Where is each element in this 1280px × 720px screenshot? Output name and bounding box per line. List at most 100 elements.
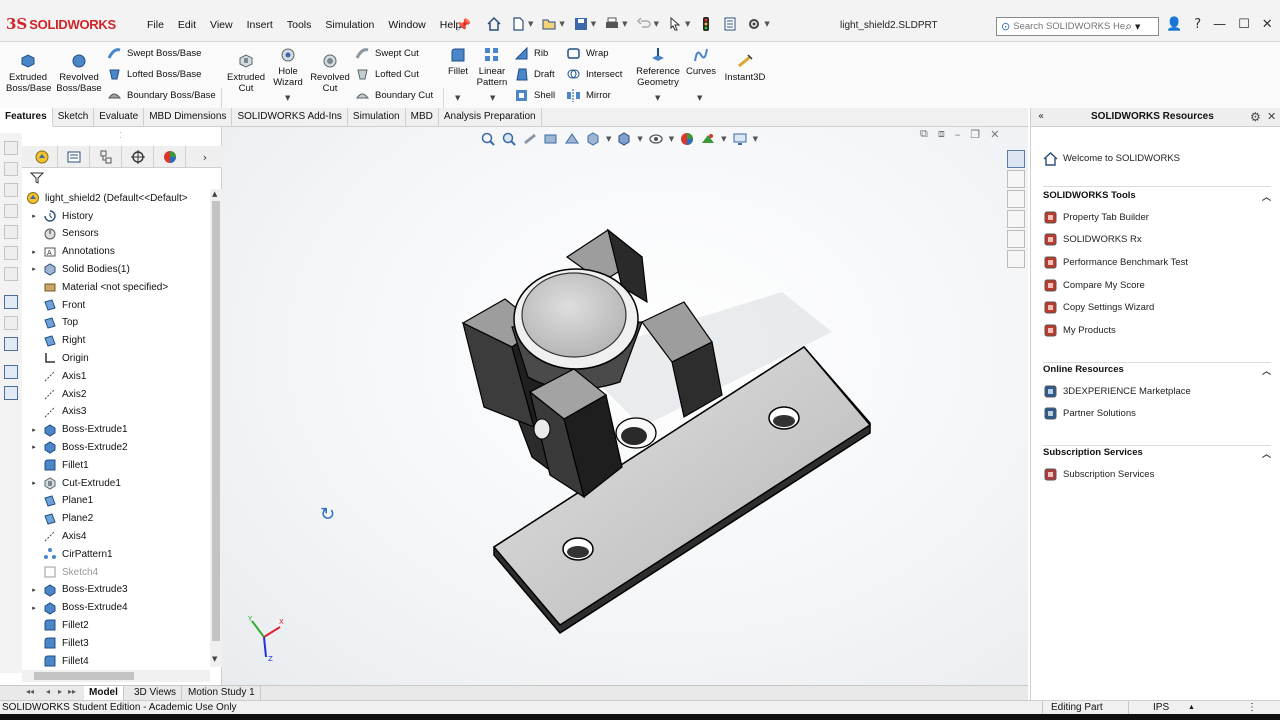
tree-item-material-not-specified[interactable]: Material <not specified> <box>22 278 210 296</box>
extruded-cut-button[interactable]: Extruded Cut <box>225 52 267 94</box>
search-icon[interactable]: ⌕ <box>1125 19 1132 34</box>
chevron-up-icon[interactable]: ︿ <box>1262 364 1271 377</box>
expand-arrow-icon[interactable]: ▸ <box>28 426 40 434</box>
tree-item-annotations[interactable]: ▸ A Annotations <box>22 243 210 261</box>
expand-arrow-icon[interactable]: ▸ <box>28 443 40 451</box>
toolbar-shortcut-icon[interactable] <box>4 183 18 197</box>
chevron-down-icon[interactable]: ▼ <box>285 94 290 102</box>
options-gear-icon[interactable] <box>746 16 762 32</box>
chevron-down-icon[interactable]: ▼ <box>655 94 660 102</box>
file-explorer-icon[interactable] <box>1007 190 1025 208</box>
custom-properties-icon[interactable] <box>1007 250 1025 268</box>
tab-model[interactable]: Model <box>84 686 124 700</box>
tree-item-plane1[interactable]: Plane1 <box>22 492 210 510</box>
scroll-down-icon[interactable]: ▼ <box>212 655 217 663</box>
tree-item-axis2[interactable]: Axis2 <box>22 385 210 403</box>
resource-link-3dexperience-marketplace[interactable]: 3DEXPERIENCE Marketplace <box>1043 382 1191 400</box>
expand-arrow-icon[interactable]: ▸ <box>28 604 40 612</box>
feature-tree-horizontal-scrollbar[interactable] <box>22 670 210 682</box>
resource-link-solidworks-rx[interactable]: SOLIDWORKS Rx <box>1043 231 1142 249</box>
tree-item-boss-extrude1[interactable]: ▸ Boss-Extrude1 <box>22 421 210 439</box>
close-icon[interactable]: ✕ <box>1262 17 1273 32</box>
draft-button[interactable]: Draft <box>514 67 555 82</box>
mirror-button[interactable]: Mirror <box>566 88 611 103</box>
boundary-cut-button[interactable]: Boundary Cut <box>355 88 433 103</box>
chevron-down-icon[interactable]: ▼ <box>591 20 596 28</box>
tab-feature-tree[interactable] <box>26 146 58 168</box>
chevron-down-icon[interactable]: ▼ <box>654 20 659 28</box>
resource-link-property-tab-builder[interactable]: Property Tab Builder <box>1043 208 1149 226</box>
solidworks-logo[interactable]: 3S SOLIDWORKS <box>6 12 124 36</box>
resource-link-my-products[interactable]: My Products <box>1043 322 1116 340</box>
chevron-up-icon[interactable]: ︿ <box>1262 447 1271 460</box>
tree-item-boss-extrude2[interactable]: ▸ Boss-Extrude2 <box>22 438 210 456</box>
chevron-up-icon[interactable]: ︿ <box>1262 190 1271 203</box>
gear-icon[interactable]: ⚙ <box>1250 110 1261 124</box>
welcome-link[interactable]: Welcome to SOLIDWORKS <box>1043 149 1180 167</box>
tree-item-fillet2[interactable]: Fillet2 <box>22 616 210 634</box>
menu-window[interactable]: Window <box>381 19 432 31</box>
close-icon[interactable]: ✕ <box>1267 110 1276 123</box>
menu-simulation[interactable]: Simulation <box>318 19 381 31</box>
unit-system-button[interactable]: IPS <box>1153 702 1169 713</box>
menu-tools[interactable]: Tools <box>280 19 319 31</box>
tree-item-boss-extrude3[interactable]: ▸ Boss-Extrude3 <box>22 581 210 599</box>
curves-button[interactable]: Curves <box>685 46 717 77</box>
chevron-down-icon[interactable]: ▼ <box>1135 23 1140 31</box>
menu-view[interactable]: View <box>203 19 240 31</box>
filter-icon[interactable] <box>30 171 44 185</box>
tree-item-top[interactable]: Top <box>22 314 210 332</box>
design-library-icon[interactable] <box>1007 170 1025 188</box>
open-folder-icon[interactable] <box>541 16 557 32</box>
chevron-down-icon[interactable]: ▼ <box>528 20 533 28</box>
tree-item-origin[interactable]: Origin <box>22 349 210 367</box>
online-resources-header[interactable]: Online Resources ︿ <box>1043 364 1271 380</box>
chevron-down-icon[interactable]: ▼ <box>455 94 460 102</box>
search-input[interactable] <box>1013 21 1126 32</box>
appearances-icon[interactable] <box>1007 230 1025 248</box>
tree-item-axis1[interactable]: Axis1 <box>22 367 210 385</box>
toolbar-shortcut-icon[interactable] <box>4 162 18 176</box>
chevron-down-icon[interactable]: ▼ <box>559 20 564 28</box>
chevron-up-icon[interactable]: ▲ <box>1188 704 1195 711</box>
undo-icon[interactable] <box>636 16 652 32</box>
toolbar-shortcut-icon[interactable] <box>4 316 18 330</box>
tree-item-cirpattern1[interactable]: CirPattern1 <box>22 545 210 563</box>
select-arrow-icon[interactable] <box>667 16 683 32</box>
expand-arrow-icon[interactable]: ▸ <box>28 479 40 487</box>
first-tab-icon[interactable]: ◂◂ <box>26 687 34 696</box>
tree-item-cut-extrude1[interactable]: ▸ Cut-Extrude1 <box>22 474 210 492</box>
save-icon[interactable] <box>573 16 589 32</box>
tree-item-sketch4[interactable]: Sketch4 <box>22 563 210 581</box>
chevron-down-icon[interactable]: ▼ <box>764 20 769 28</box>
view-palette-icon[interactable] <box>1007 210 1025 228</box>
tree-root[interactable]: light_shield2 (Default<<Default> <box>22 189 210 207</box>
chevron-down-icon[interactable]: ▼ <box>685 20 690 28</box>
expand-arrow-icon[interactable]: ▸ <box>28 586 40 594</box>
solidworks-tools-header[interactable]: SOLIDWORKS Tools ︿ <box>1043 190 1271 206</box>
file-properties-icon[interactable] <box>722 16 738 32</box>
maximize-icon[interactable]: ☐ <box>1238 17 1250 32</box>
tree-item-fillet4[interactable]: Fillet4 <box>22 652 210 670</box>
tree-item-right[interactable]: Right <box>22 332 210 350</box>
expand-arrow-icon[interactable]: ▸ <box>28 248 40 256</box>
lofted-boss-button[interactable]: Lofted Boss/Base <box>107 67 201 82</box>
revolved-boss-button[interactable]: Revolved Boss/Base <box>56 52 102 94</box>
tree-item-front[interactable]: Front <box>22 296 210 314</box>
resource-link-performance-benchmark-test[interactable]: Performance Benchmark Test <box>1043 253 1188 271</box>
tab-configuration-manager[interactable] <box>90 146 122 168</box>
next-tab-icon[interactable]: ▸ <box>58 687 62 696</box>
tab-sketch[interactable]: Sketch <box>53 108 95 127</box>
extruded-boss-button[interactable]: Extruded Boss/Base <box>6 52 51 94</box>
tree-item-boss-extrude4[interactable]: ▸ Boss-Extrude4 <box>22 599 210 617</box>
tab-mbd[interactable]: MBD <box>406 108 439 127</box>
toolbar-shortcut-icon[interactable] <box>4 225 18 239</box>
print-icon[interactable] <box>604 16 620 32</box>
scroll-thumb[interactable] <box>212 201 220 641</box>
instant3d-button[interactable]: Instant3D <box>722 52 768 83</box>
menu-edit[interactable]: Edit <box>171 19 203 31</box>
shell-button[interactable]: Shell <box>514 88 555 103</box>
fillet-button[interactable]: Fillet <box>445 46 471 77</box>
tab-solidworks-add-ins[interactable]: SOLIDWORKS Add-Ins <box>232 108 348 127</box>
chevron-down-icon[interactable]: ▼ <box>622 20 627 28</box>
